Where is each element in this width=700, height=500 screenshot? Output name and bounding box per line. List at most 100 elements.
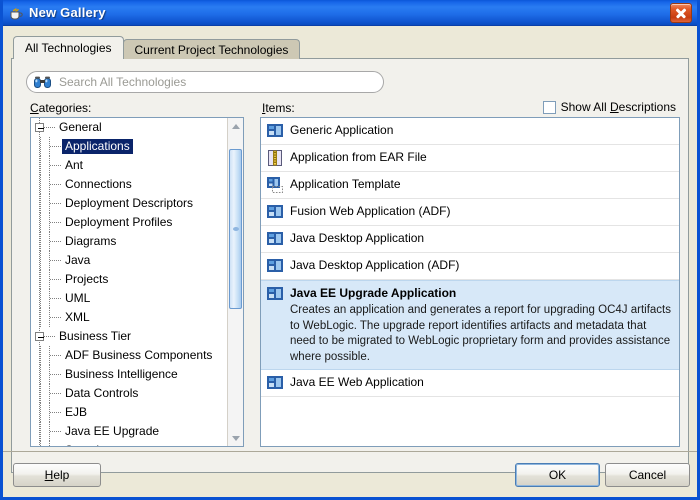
- application-window-icon: [267, 123, 283, 139]
- list-item[interactable]: Java Desktop Application: [261, 226, 679, 253]
- tree-item-uml[interactable]: UML: [31, 289, 227, 308]
- application-template-icon: [267, 177, 283, 193]
- categories-tree[interactable]: General Applications Ant Connections Deploym…: [30, 117, 244, 447]
- cancel-button[interactable]: Cancel: [605, 463, 690, 487]
- list-item-title: Fusion Web Application (ADF): [290, 204, 451, 218]
- ear-archive-icon: [267, 150, 283, 166]
- list-item-text: Java Desktop Application: [290, 230, 673, 247]
- tree-item-java-ee-upgrade[interactable]: Java EE Upgrade: [31, 422, 227, 441]
- list-item-description: Creates an application and generates a r…: [290, 304, 671, 363]
- list-item-text: Fusion Web Application (ADF): [290, 203, 673, 220]
- show-all-descriptions-label: Show All Descriptions: [560, 100, 676, 114]
- list-item[interactable]: Fusion Web Application (ADF): [261, 199, 679, 226]
- list-item[interactable]: Java Desktop Application (ADF): [261, 253, 679, 280]
- items-label: Items:: [262, 101, 295, 115]
- tree-item-adf-business-components[interactable]: ADF Business Components: [31, 346, 227, 365]
- tree-connector: [49, 365, 62, 384]
- tree-item-label: ADF Business Components: [65, 348, 213, 362]
- tree-item-applications[interactable]: Applications: [31, 137, 227, 156]
- tab-all-technologies[interactable]: All Technologies: [13, 36, 124, 59]
- list-item[interactable]: Java EE Web Application: [261, 370, 679, 397]
- java-coffee-cup-icon: [8, 5, 24, 21]
- application-window-icon: [267, 375, 283, 391]
- binoculars-icon: [34, 76, 51, 89]
- tree-connector: [49, 422, 62, 441]
- tree-item-projects[interactable]: Projects: [31, 270, 227, 289]
- tree-item-deployment-descriptors[interactable]: Deployment Descriptors: [31, 194, 227, 213]
- items-list[interactable]: Generic Application Application from EAR…: [260, 117, 680, 447]
- tree-expander-collapse-icon[interactable]: [35, 332, 44, 341]
- tree-indent: [31, 365, 49, 384]
- application-window-icon: [267, 286, 283, 302]
- tree-item-label: Business Intelligence: [65, 367, 178, 381]
- scrollbar-thumb[interactable]: [229, 148, 242, 309]
- tab-current-project-technologies-label: Current Project Technologies: [134, 42, 289, 57]
- tree-connector: [49, 384, 62, 403]
- tree-item-label: Deployment Profiles: [65, 215, 173, 229]
- tree-indent: [31, 270, 49, 289]
- tree-connector: [44, 336, 56, 337]
- tree-item-ejb[interactable]: EJB: [31, 403, 227, 422]
- tree-item-general[interactable]: General: [31, 118, 227, 137]
- dialog-body: All Technologies Current Project Technol…: [3, 26, 697, 497]
- tab-page-all-technologies: Search All Technologies Categories: Gene…: [11, 58, 689, 473]
- tree-item-ant[interactable]: Ant: [31, 156, 227, 175]
- tree-indent: [31, 289, 49, 308]
- tree-connector: [49, 194, 62, 213]
- ok-button-label: OK: [548, 468, 567, 482]
- close-icon[interactable]: [670, 2, 692, 23]
- tree-item-label: Connections: [65, 177, 132, 191]
- tree-item-label: Deployment Descriptors: [65, 196, 194, 210]
- tree-item-xml[interactable]: XML: [31, 308, 227, 327]
- tree-item-label: Data Controls: [65, 386, 139, 400]
- tree-item-label: Business Tier: [59, 329, 132, 343]
- tree-indent: [31, 308, 49, 327]
- tree-connector: [49, 289, 62, 308]
- tree-indent: [31, 346, 49, 365]
- tab-bar: All Technologies Current Project Technol…: [13, 36, 301, 59]
- tree-connector: [49, 270, 62, 289]
- tree-item-label: Projects: [65, 272, 109, 286]
- tree-indent: [31, 422, 49, 441]
- tree-item-business-tier[interactable]: Business Tier: [31, 327, 227, 346]
- list-item-text: Java Desktop Application (ADF): [290, 257, 673, 274]
- tree-item-label: Diagrams: [65, 234, 117, 248]
- tree-item-label: Java: [65, 253, 91, 267]
- list-item[interactable]: Java EE Upgrade Application Creates an ap…: [261, 280, 679, 370]
- help-button-label: Help: [44, 468, 70, 482]
- tree-connector: [49, 156, 62, 175]
- show-all-descriptions-checkbox[interactable]: Show All Descriptions: [542, 100, 676, 114]
- list-item[interactable]: Application from EAR File: [261, 145, 679, 172]
- tree-indent: [31, 213, 49, 232]
- application-window-icon: [267, 231, 283, 247]
- tree-indent: [31, 175, 49, 194]
- tree-item-data-controls[interactable]: Data Controls: [31, 384, 227, 403]
- tree-indent: [31, 403, 49, 422]
- tab-current-project-technologies[interactable]: Current Project Technologies: [122, 39, 301, 59]
- tree-item-security[interactable]: Security: [31, 441, 227, 446]
- list-item[interactable]: Generic Application: [261, 118, 679, 145]
- tree-connector: [49, 441, 62, 446]
- tree-connector: [49, 175, 62, 194]
- help-button[interactable]: Help: [13, 463, 101, 487]
- tree-item-label: General: [59, 120, 102, 134]
- tree-item-diagrams[interactable]: Diagrams: [31, 232, 227, 251]
- tab-all-technologies-label: All Technologies: [25, 41, 112, 55]
- list-item[interactable]: Application Template: [261, 172, 679, 199]
- tree-item-deployment-profiles[interactable]: Deployment Profiles: [31, 213, 227, 232]
- tree-indent: [31, 232, 49, 251]
- tree-item-business-intelligence[interactable]: Business Intelligence: [31, 365, 227, 384]
- tree-expander-collapse-icon[interactable]: [35, 123, 44, 132]
- scroll-up-arrow-icon[interactable]: [228, 118, 243, 134]
- ok-button[interactable]: OK: [515, 463, 600, 487]
- tree-indent: [31, 137, 49, 156]
- list-item-text: Java EE Web Application: [290, 374, 673, 391]
- tree-item-java[interactable]: Java: [31, 251, 227, 270]
- list-item-title: Application from EAR File: [290, 150, 427, 164]
- tree-item-label: Ant: [65, 158, 84, 172]
- scroll-down-arrow-icon[interactable]: [228, 430, 243, 446]
- categories-scrollbar[interactable]: [227, 118, 243, 446]
- search-input[interactable]: Search All Technologies: [26, 71, 384, 93]
- tree-indent: [31, 441, 49, 446]
- tree-item-connections[interactable]: Connections: [31, 175, 227, 194]
